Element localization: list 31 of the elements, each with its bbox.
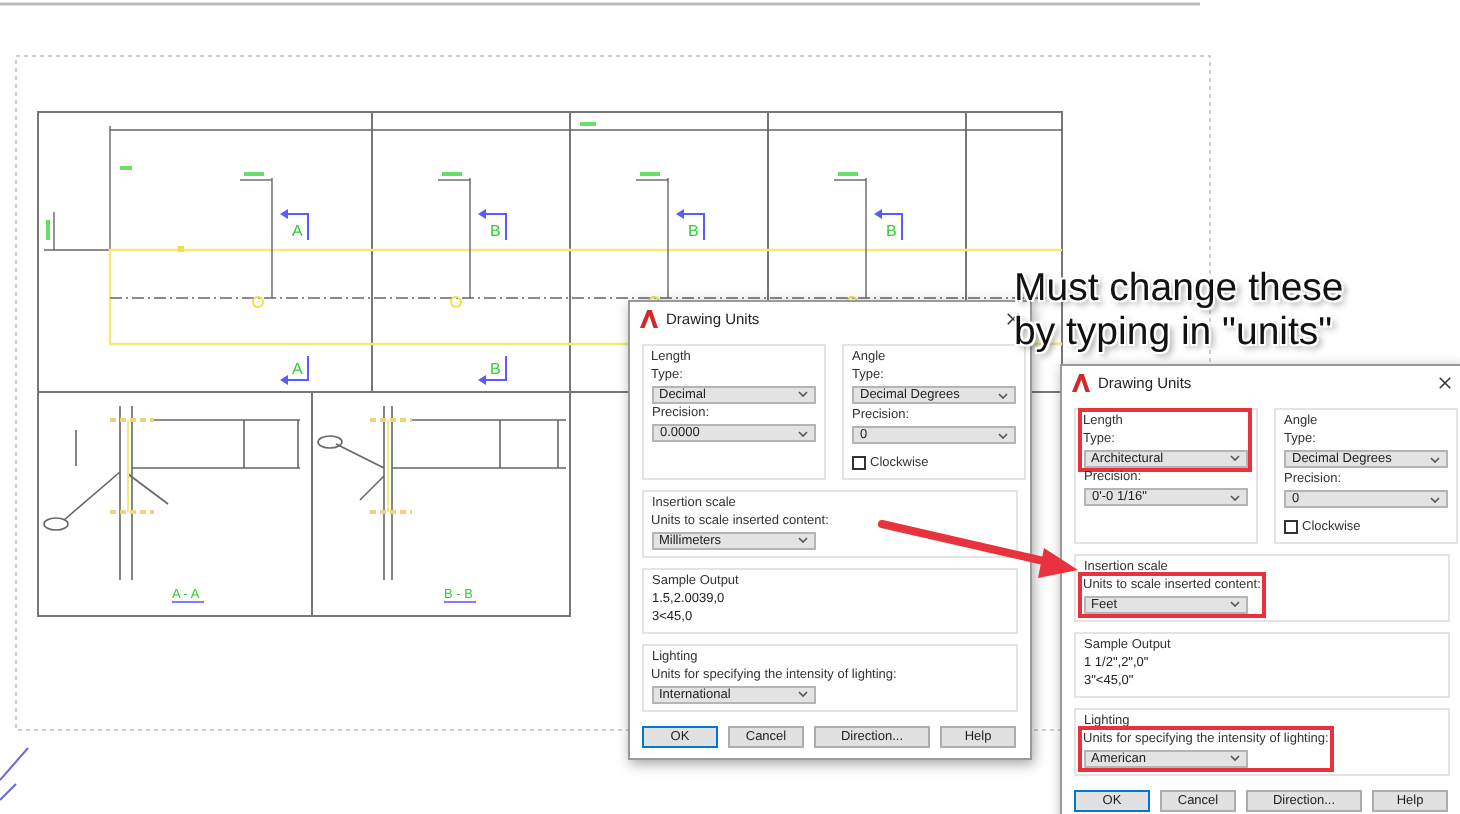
chevron-icon [1229,600,1239,608]
section-letter: A [292,222,303,240]
close-icon[interactable] [1438,375,1452,389]
section-arrow-icon [874,209,903,241]
app-logo-icon [640,309,658,327]
section-arrow-icon [478,355,507,385]
axis-icon [0,747,29,801]
chevron-icon [797,690,807,698]
section-arrow-icon [676,209,705,241]
close-icon[interactable] [1006,311,1020,325]
chevron-icon [797,536,807,544]
chevron-icon [1229,454,1239,462]
chevron-icon [798,429,808,437]
section-letter: B [490,360,501,378]
section-letter: B [886,222,897,240]
chevron-icon [998,431,1008,439]
chevron-icon [1229,754,1239,762]
chevron-icon [998,391,1008,399]
section-arrow-icon [478,209,507,241]
chevron-icon [1430,455,1440,463]
chevron-icon [797,390,807,398]
section-letter: B [688,222,699,240]
chevron-icon [1230,493,1240,501]
chevron-icon [1430,495,1440,503]
checkbox[interactable] [1284,520,1298,534]
section-arrow-icon [280,355,309,385]
app-logo-icon [1072,373,1090,391]
checkbox[interactable] [852,456,866,470]
section-arrow-icon [280,209,309,241]
section-letter: B [490,222,501,240]
section-letter: A [292,360,303,378]
